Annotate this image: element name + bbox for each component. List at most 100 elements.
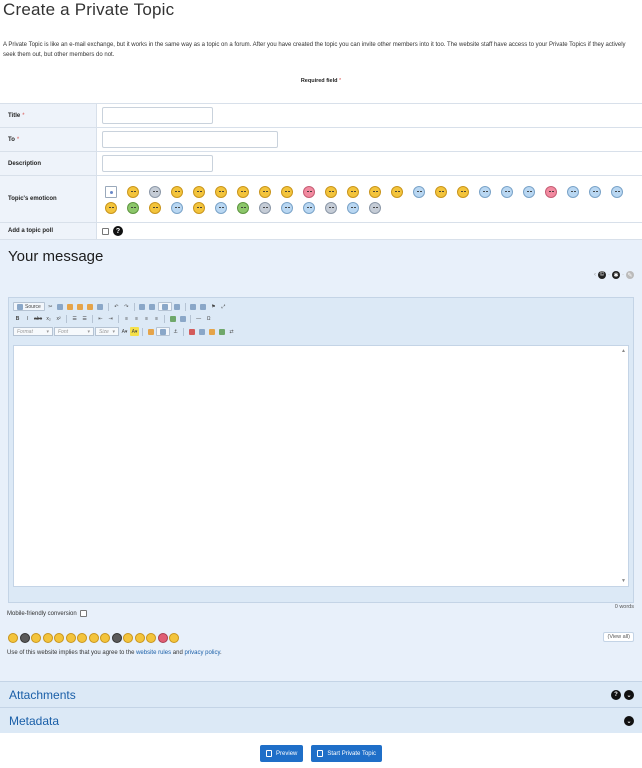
spellcheck-button[interactable] xyxy=(157,302,172,311)
emoticon-option[interactable] xyxy=(127,185,139,198)
table-icon[interactable] xyxy=(178,314,187,323)
emoticon-option[interactable] xyxy=(457,185,469,198)
special-char-icon[interactable]: Ω xyxy=(204,314,213,323)
bullet-list-icon[interactable]: ☰ xyxy=(80,314,89,323)
emoticon-quick-option[interactable] xyxy=(134,633,145,643)
emoticon-option[interactable] xyxy=(369,185,381,198)
source-button[interactable]: Source xyxy=(13,302,45,311)
editor-content-area[interactable]: ▲ ▼ xyxy=(13,345,629,587)
emoticon-option[interactable] xyxy=(193,185,205,198)
copy-icon[interactable] xyxy=(56,302,65,311)
align-left-icon[interactable]: ≡ xyxy=(122,314,131,323)
expand-chevron-icon[interactable]: ⌄ xyxy=(624,716,634,726)
emoticon-quick-option[interactable] xyxy=(8,633,18,643)
to-input[interactable] xyxy=(102,131,278,148)
emoticon-option[interactable] xyxy=(127,201,139,214)
help-icon[interactable]: ? xyxy=(611,690,621,700)
anchor-icon[interactable]: ⚓ xyxy=(171,327,180,336)
redo-icon[interactable]: ↷ xyxy=(122,302,131,311)
strikethrough-icon[interactable]: abc xyxy=(33,314,43,323)
replace-icon[interactable] xyxy=(148,302,157,311)
emoticon-quick-option[interactable] xyxy=(31,633,41,643)
emoticon-option[interactable] xyxy=(303,185,315,198)
preview-icon[interactable] xyxy=(199,302,208,311)
emoticon-option[interactable] xyxy=(281,185,293,198)
preview-button[interactable]: Preview xyxy=(260,745,304,762)
emoticon-option[interactable] xyxy=(325,185,337,198)
emoticon-option[interactable] xyxy=(545,185,557,198)
start-private-topic-button[interactable]: Start Private Topic xyxy=(311,745,382,762)
emoticon-quick-option[interactable] xyxy=(54,633,64,643)
show-blocks-icon[interactable] xyxy=(189,302,198,311)
emoticon-option[interactable] xyxy=(215,201,227,214)
superscript-icon[interactable]: x² xyxy=(54,314,63,323)
horizontal-rule-icon[interactable]: — xyxy=(194,314,203,323)
cut-icon[interactable]: ✂ xyxy=(46,302,55,311)
subscript-icon[interactable]: x₂ xyxy=(44,314,53,323)
emoticon-option[interactable] xyxy=(193,201,205,214)
emoticon-option[interactable] xyxy=(413,185,425,198)
format-select[interactable]: Format ▾ xyxy=(13,327,53,336)
bg-color-icon[interactable]: A▾ xyxy=(130,327,139,336)
align-justify-icon[interactable]: ≡ xyxy=(152,314,161,323)
image-icon[interactable] xyxy=(168,314,177,323)
emoticon-option[interactable] xyxy=(523,185,535,198)
emoticon-option[interactable] xyxy=(303,201,315,214)
bold-icon[interactable]: B xyxy=(13,314,22,323)
align-right-icon[interactable]: ≡ xyxy=(142,314,151,323)
paste-word-icon[interactable] xyxy=(86,302,95,311)
emoticon-quick-option[interactable] xyxy=(100,633,110,643)
emoticon-option[interactable] xyxy=(215,185,227,198)
title-input[interactable] xyxy=(102,107,213,124)
paste-icon[interactable] xyxy=(66,302,75,311)
description-input[interactable] xyxy=(102,155,213,172)
font-select[interactable]: Font ▾ xyxy=(54,327,94,336)
emoticon-option[interactable] xyxy=(171,185,183,198)
emoticon-option[interactable] xyxy=(589,185,601,198)
find-icon[interactable] xyxy=(138,302,147,311)
privacy-policy-link[interactable]: privacy policy xyxy=(184,650,220,656)
emoticon-none-option[interactable] xyxy=(105,185,117,198)
view-all-emoticons-link[interactable]: (View all) xyxy=(603,632,634,642)
emoticon-option[interactable] xyxy=(435,185,447,198)
attachments-section-header[interactable]: Attachments ? ⌄ xyxy=(0,681,642,707)
settings-mode-icon[interactable]: ✱ xyxy=(612,271,620,279)
media-icon[interactable] xyxy=(187,327,196,336)
metadata-section-header[interactable]: Metadata ⌄ xyxy=(0,707,642,733)
scroll-down-icon[interactable]: ▼ xyxy=(621,578,626,584)
quote-icon[interactable] xyxy=(207,327,216,336)
box-icon[interactable] xyxy=(217,327,226,336)
website-rules-link[interactable]: website rules xyxy=(136,650,171,656)
emoticon-quick-option[interactable] xyxy=(146,633,156,643)
emoticon-option[interactable] xyxy=(611,185,623,198)
emoticon-quick-option[interactable] xyxy=(19,633,30,643)
swap-icon[interactable]: ⇄ xyxy=(227,327,236,336)
align-center-icon[interactable]: ≡ xyxy=(132,314,141,323)
link-icon[interactable] xyxy=(156,327,170,336)
outdent-icon[interactable]: ⇤ xyxy=(96,314,105,323)
emoticon-option[interactable] xyxy=(105,201,117,214)
emoticon-quick-option[interactable] xyxy=(111,633,122,643)
emoticon-option[interactable] xyxy=(501,185,513,198)
emoticon-option[interactable] xyxy=(149,185,161,198)
emoticon-option[interactable] xyxy=(281,201,293,214)
expand-chevron-icon[interactable]: ⌄ xyxy=(624,690,634,700)
emoticon-quick-option[interactable] xyxy=(88,633,99,643)
scroll-up-icon[interactable]: ▲ xyxy=(621,348,626,354)
code-icon[interactable] xyxy=(197,327,206,336)
emoticon-option[interactable] xyxy=(567,185,579,198)
spellcheck-icon[interactable]: ✎ xyxy=(626,271,634,279)
emoticon-option[interactable] xyxy=(369,201,381,214)
indent-icon[interactable]: ⇥ xyxy=(106,314,115,323)
remove-format-icon[interactable] xyxy=(173,302,182,311)
smiley-icon[interactable] xyxy=(146,327,155,336)
undo-icon[interactable]: ↶ xyxy=(112,302,121,311)
emoticon-quick-option[interactable] xyxy=(42,633,53,643)
mobile-conversion-checkbox[interactable] xyxy=(79,610,87,617)
emoticon-option[interactable] xyxy=(391,185,403,198)
emoticon-option[interactable] xyxy=(259,201,271,214)
emoticon-quick-option[interactable] xyxy=(123,633,133,643)
emoticon-option[interactable] xyxy=(237,201,249,214)
emoticon-option[interactable] xyxy=(237,185,249,198)
flag-icon[interactable]: ⚑ xyxy=(209,302,218,311)
